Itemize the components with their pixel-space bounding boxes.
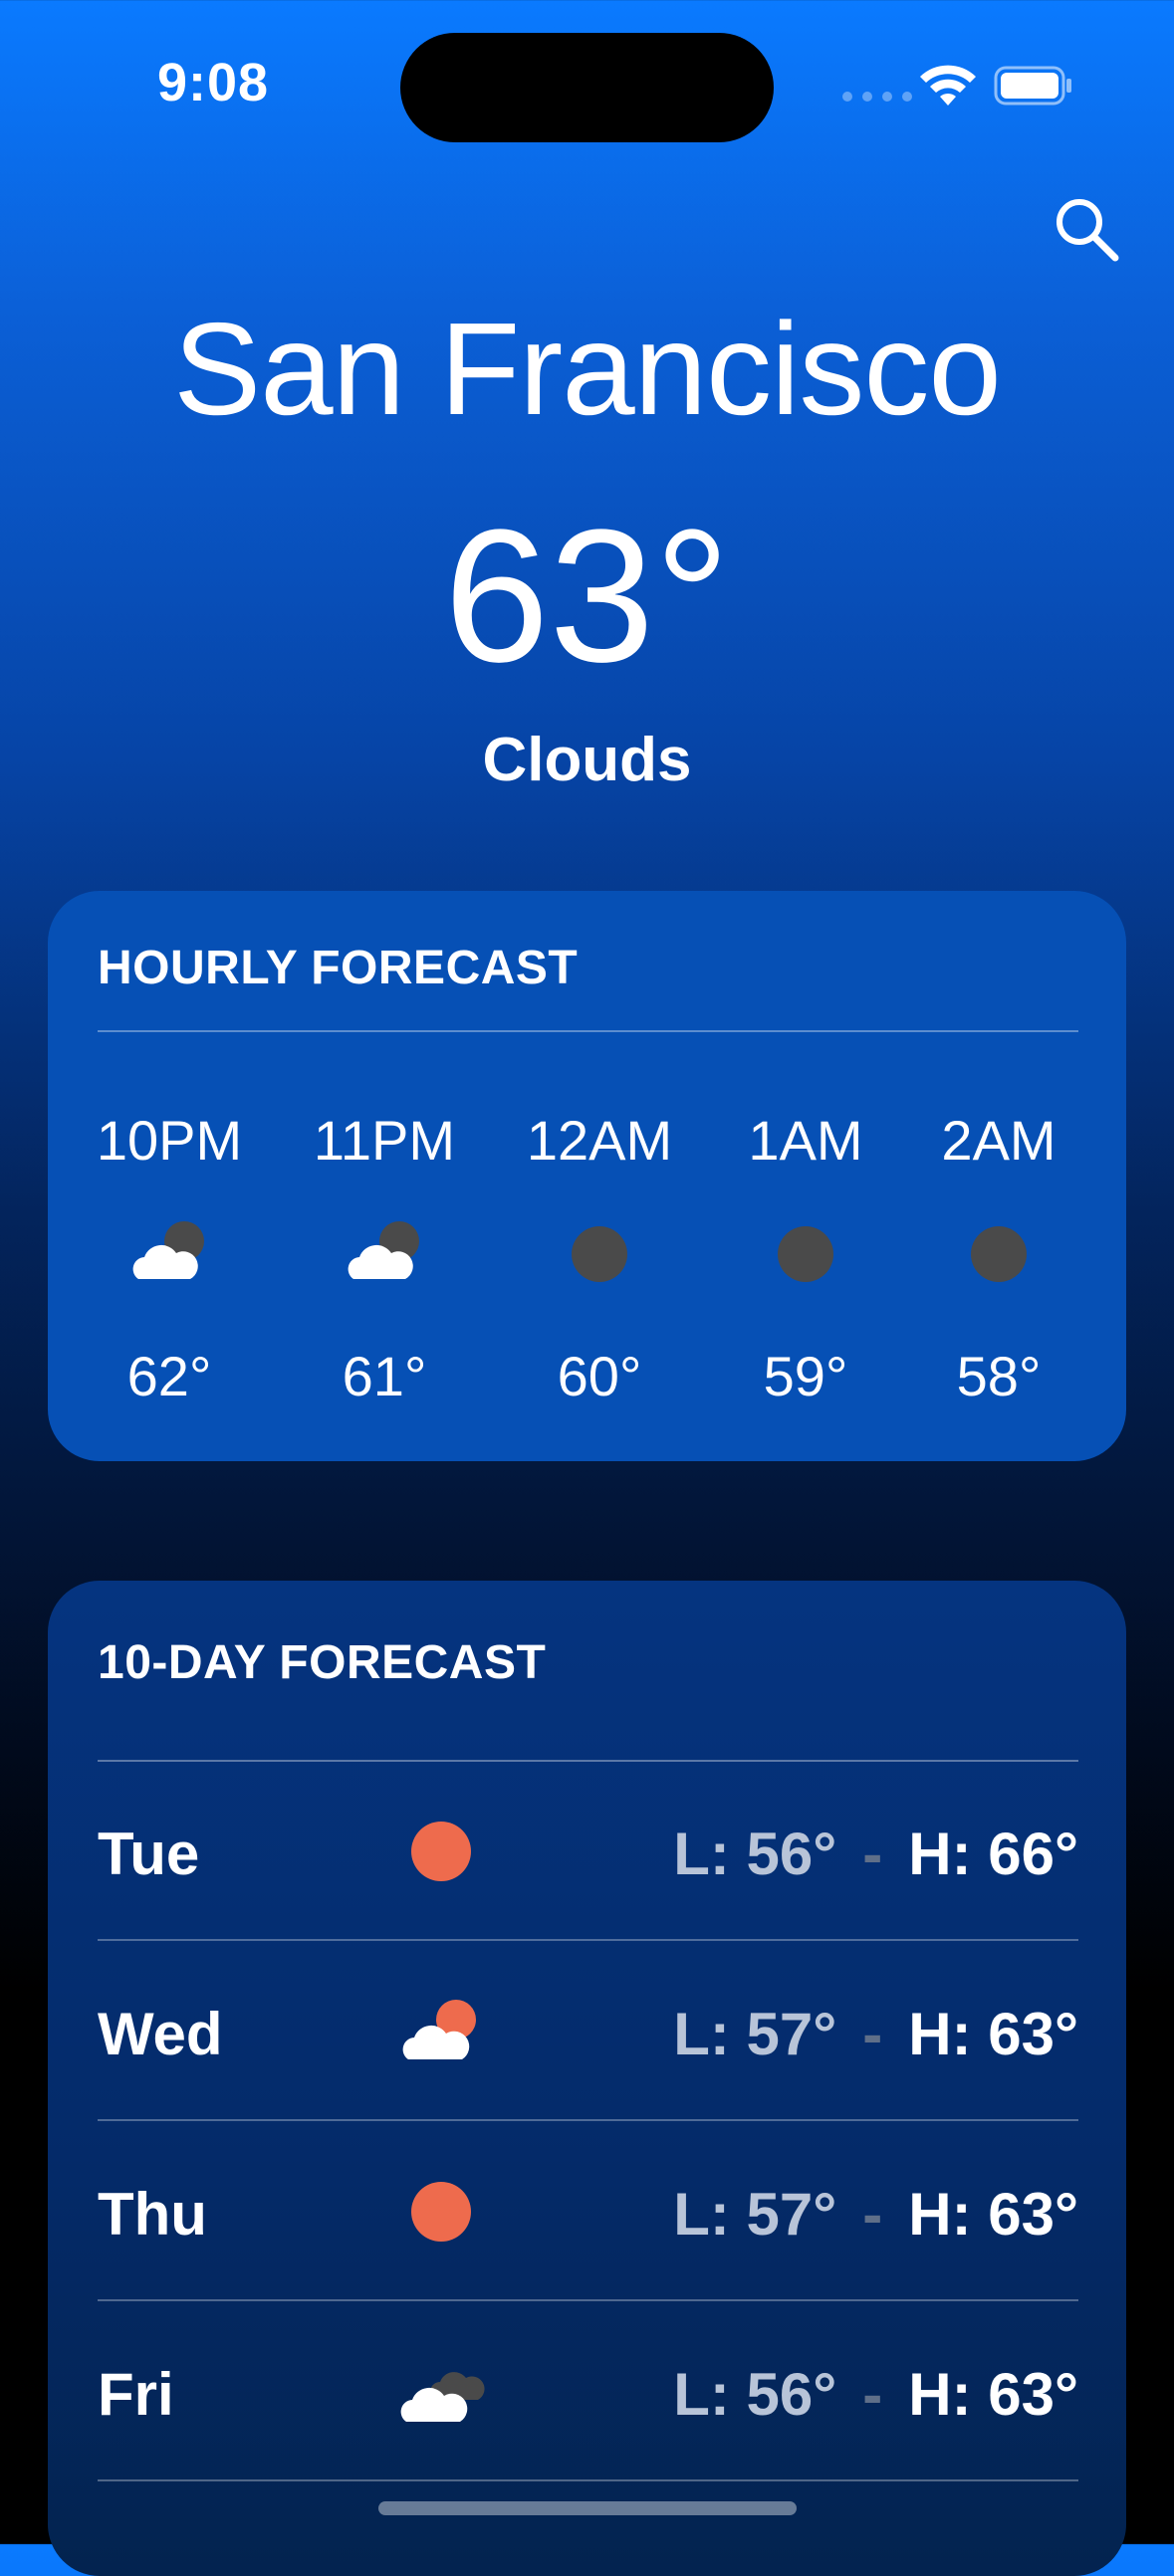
row-divider (98, 1939, 1078, 1941)
hourly-forecast-card: HOURLY FORECAST 10PM 62° 11PM 61° 12AM 6… (48, 891, 1126, 1461)
hour-time: 12AM (526, 1109, 673, 1172)
day-low: L: 56° (673, 1821, 837, 1887)
day-high: H: 63° (908, 2001, 1078, 2067)
hour-temp: 62° (126, 1345, 212, 1407)
dynamic-island (400, 33, 774, 142)
hour-time: 10PM (96, 1109, 243, 1172)
city-name: San Francisco (173, 296, 1002, 442)
search-icon[interactable] (1052, 194, 1121, 264)
hour-time: 11PM (313, 1109, 456, 1172)
hourly-divider (98, 1030, 1078, 1032)
status-time: 9:08 (157, 53, 270, 112)
sun-icon (411, 2182, 471, 2242)
ten-day-forecast-card: 10-DAY FORECAST Tue L: 56° - H: 66° Wed L:… (48, 1581, 1126, 2576)
cloud-moon-icon (132, 1221, 204, 1279)
day-high: H: 66° (908, 1821, 1078, 1887)
day-name: Wed (98, 2001, 223, 2067)
hour-temp: 60° (557, 1345, 642, 1407)
hourly-forecast-title: HOURLY FORECAST (98, 942, 579, 994)
day-name: Tue (98, 1821, 200, 1887)
day-low: L: 56° (673, 2361, 837, 2428)
hour-temp: 58° (956, 1345, 1042, 1407)
range-separator: - (862, 2001, 883, 2067)
day-low: L: 57° (673, 2001, 837, 2067)
hour-time: 1AM (748, 1109, 863, 1172)
row-divider (98, 2119, 1078, 2121)
day-name: Fri (98, 2361, 174, 2428)
hour-time: 2AM (941, 1109, 1057, 1172)
moon-icon (971, 1226, 1027, 1282)
day-temperature-range: L: 56° - H: 63° (673, 2360, 1078, 2429)
home-indicator[interactable] (378, 2501, 797, 2515)
day-low: L: 57° (673, 2181, 837, 2248)
sun-icon (411, 1822, 471, 1881)
hour-temp: 61° (342, 1345, 427, 1407)
day-high: H: 63° (908, 2361, 1078, 2428)
day-temperature-range: L: 57° - H: 63° (673, 2180, 1078, 2249)
wifi-icon (920, 65, 976, 106)
day-temperature-range: L: 56° - H: 66° (673, 1820, 1078, 1888)
row-divider (98, 2479, 1078, 2481)
daily-row: Wed L: 57° - H: 63° (98, 1942, 1078, 2121)
current-condition: Clouds (482, 726, 692, 794)
range-separator: - (862, 2361, 883, 2428)
hour-temp: 59° (763, 1345, 848, 1407)
cloudy-icon (400, 2372, 485, 2422)
daily-row: Fri L: 56° - H: 63° (98, 2302, 1078, 2481)
cloud-moon-icon (348, 1221, 419, 1279)
day-temperature-range: L: 57° - H: 63° (673, 2000, 1078, 2068)
moon-icon (572, 1226, 627, 1282)
daily-row: Tue L: 56° - H: 66° (98, 1762, 1078, 1941)
current-temperature: 63° (443, 491, 731, 702)
row-divider (98, 2299, 1078, 2301)
range-separator: - (862, 1821, 883, 1887)
cellular-signal-icon (842, 92, 912, 102)
range-separator: - (862, 2181, 883, 2248)
day-high: H: 63° (908, 2181, 1078, 2248)
daily-row: Thu L: 57° - H: 63° (98, 2122, 1078, 2301)
day-name: Thu (98, 2181, 207, 2248)
battery-icon (994, 66, 1071, 106)
moon-icon (778, 1226, 833, 1282)
cloud-sun-icon (402, 2000, 476, 2059)
ten-day-forecast-title: 10-DAY FORECAST (98, 1636, 547, 1689)
